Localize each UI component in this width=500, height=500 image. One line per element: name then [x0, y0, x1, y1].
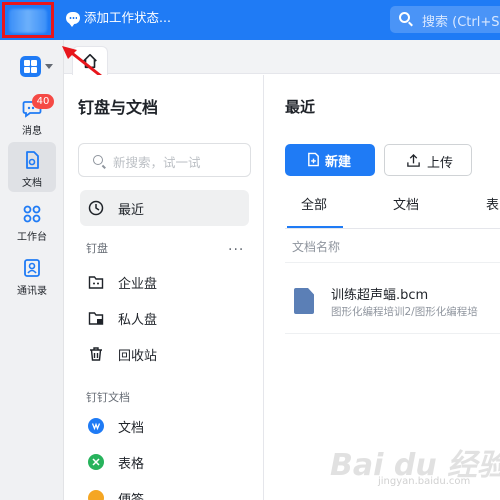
rail-item-docs[interactable]: 文档	[8, 142, 56, 192]
avatar[interactable]	[9, 9, 47, 33]
upload-button-label: 上传	[427, 156, 454, 171]
new-button[interactable]: 新建	[285, 144, 375, 176]
docs-search-input[interactable]: 新搜索，试一试	[78, 143, 251, 177]
divider	[285, 333, 500, 334]
rail-label-messages: 消息	[22, 126, 42, 137]
unread-badge: 40	[32, 94, 54, 109]
tab-docs[interactable]: 文档	[393, 194, 419, 213]
section-docs: 钉钉文档	[86, 391, 130, 404]
nav-label-recycle: 回收站	[118, 349, 158, 364]
nav-private-drive[interactable]: 私人盘	[80, 300, 249, 336]
folder-lock-icon	[88, 312, 104, 325]
nav-label-doc: 文档	[118, 421, 145, 436]
page-title: 钉盘与文档	[78, 98, 159, 117]
avatar-highlight-box[interactable]	[2, 2, 54, 38]
tab-strip	[64, 40, 500, 75]
section-title: 最近	[285, 98, 316, 116]
tab-all[interactable]: 全部	[301, 194, 327, 213]
divider	[285, 228, 500, 229]
nav-enterprise-drive[interactable]: 企业盘	[80, 264, 249, 300]
nav-label-sheet: 表格	[118, 457, 145, 472]
nav-label-private: 私人盘	[118, 313, 158, 328]
file-name[interactable]: 训练超声蝠.bcm	[331, 284, 428, 303]
apps-icon	[23, 205, 41, 223]
global-search-input[interactable]: 搜索 (Ctrl+S	[390, 6, 500, 33]
file-path: 图形化编程培训2/图形化编程培	[331, 306, 478, 318]
nav-label-note: 便签	[118, 489, 144, 500]
nav-recycle-bin[interactable]: 回收站	[80, 336, 249, 372]
nav-label-enterprise: 企业盘	[118, 277, 158, 292]
docs-sidebar: 钉盘与文档 新搜索，试一试 最近 钉盘 ··· 企业盘 私人盘 回收站 钉钉文档	[64, 75, 264, 500]
divider	[285, 262, 500, 263]
nav-label-recent: 最近	[118, 203, 145, 218]
docs-search-placeholder: 新搜索，试一试	[113, 155, 201, 170]
work-status-link[interactable]: 添加工作状态...	[84, 10, 171, 26]
nav-doc[interactable]: 文档	[80, 408, 249, 444]
tab-sheets[interactable]: 表	[486, 194, 499, 213]
contacts-icon	[24, 259, 40, 277]
section-drive: 钉盘	[86, 242, 108, 255]
left-rail: 40 消息 文档 工作台 通讯录	[0, 40, 64, 500]
rail-item-messages[interactable]: 40 消息	[8, 90, 56, 140]
sheet-app-icon	[88, 454, 104, 470]
rail-item-workbench[interactable]: 工作台	[8, 196, 56, 246]
doc-app-icon	[88, 418, 104, 434]
trash-icon	[90, 347, 102, 361]
upload-icon	[407, 153, 420, 167]
search-icon	[93, 155, 103, 165]
clock-icon	[88, 200, 104, 216]
chevron-down-icon[interactable]	[45, 64, 53, 69]
more-options-button[interactable]: ···	[228, 242, 244, 258]
top-bar: 添加工作状态... 搜索 (Ctrl+S	[0, 0, 500, 40]
nav-recent[interactable]: 最近	[80, 190, 249, 226]
nav-sheet[interactable]: 表格	[80, 444, 249, 480]
search-icon	[399, 12, 410, 23]
folder-enterprise-icon	[88, 276, 104, 289]
rail-label-contacts: 通讯录	[17, 286, 47, 297]
new-file-icon	[308, 152, 319, 167]
document-icon	[26, 151, 39, 169]
watermark-url: jingyan.baidu.com	[378, 476, 471, 487]
upload-button[interactable]: 上传	[384, 144, 472, 176]
note-app-icon	[88, 490, 104, 500]
new-button-label: 新建	[325, 155, 352, 170]
rail-label-workbench: 工作台	[17, 232, 47, 243]
search-placeholder: 搜索 (Ctrl+S	[422, 15, 500, 30]
file-icon	[294, 288, 314, 314]
column-header-name[interactable]: 文档名称	[292, 238, 340, 255]
nav-note[interactable]: 便签	[80, 480, 249, 500]
rail-item-contacts[interactable]: 通讯录	[8, 250, 56, 300]
app-grid-icon[interactable]	[20, 56, 41, 77]
rail-label-docs: 文档	[22, 178, 42, 189]
status-bubble-icon[interactable]	[66, 12, 80, 27]
